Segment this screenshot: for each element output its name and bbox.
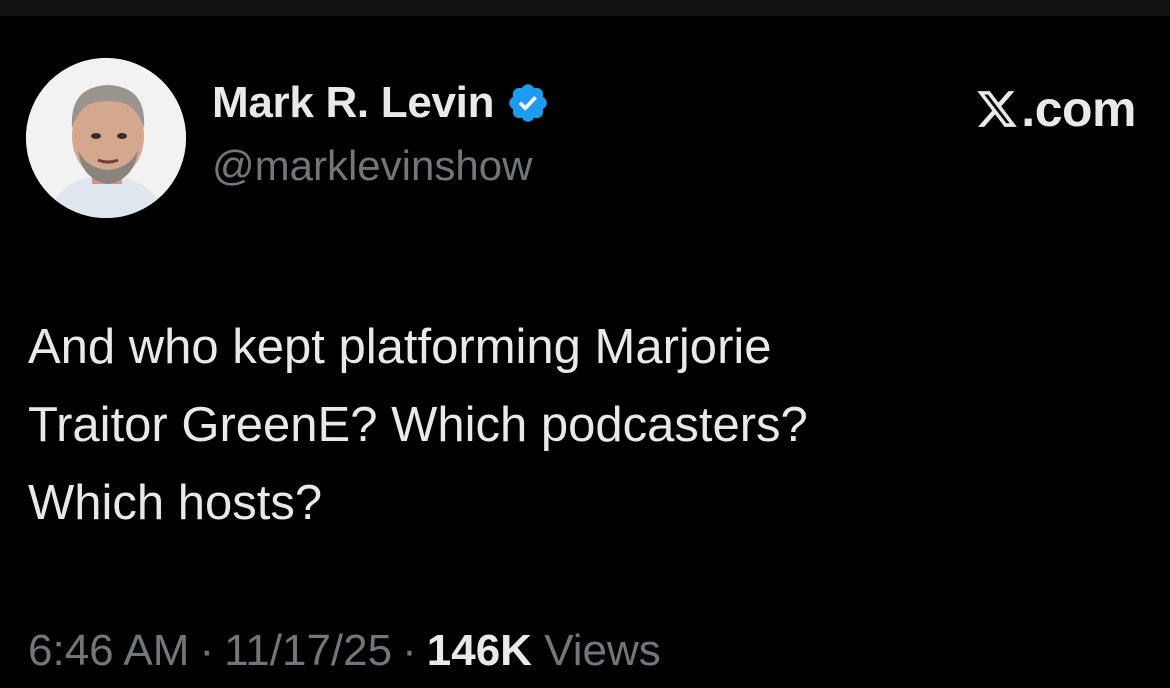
tweet-date[interactable]: 11/17/25 [224, 626, 392, 676]
views-count: 146K [426, 626, 532, 675]
views-label: Views [544, 626, 661, 675]
author-identity: Mark R. Levin @marklevinshow [212, 78, 550, 190]
author-handle[interactable]: @marklevinshow [212, 142, 550, 190]
verified-badge-icon [506, 81, 550, 125]
avatar-photo-icon [26, 58, 186, 218]
tweet-card: Mark R. Levin @marklevinshow .com And wh… [0, 16, 1170, 688]
x-logo-icon [975, 87, 1019, 131]
avatar[interactable] [26, 58, 186, 218]
name-row: Mark R. Levin [212, 78, 550, 128]
top-strip [0, 0, 1170, 16]
tweet-text: And who kept platforming Marjorie Traito… [28, 320, 808, 530]
meta-separator: · [199, 626, 215, 675]
tweet-time[interactable]: 6:46 AM [28, 626, 189, 676]
tweet-meta: 6:46 AM · 11/17/25 · 146K Views [28, 626, 661, 676]
views-spacer [532, 626, 544, 676]
tweet-header: Mark R. Levin @marklevinshow .com [26, 58, 1136, 218]
brand-watermark: .com [975, 80, 1136, 138]
brand-domain-label: .com [1021, 81, 1136, 137]
meta-separator: · [402, 626, 417, 675]
author-display-name[interactable]: Mark R. Levin [212, 78, 494, 128]
